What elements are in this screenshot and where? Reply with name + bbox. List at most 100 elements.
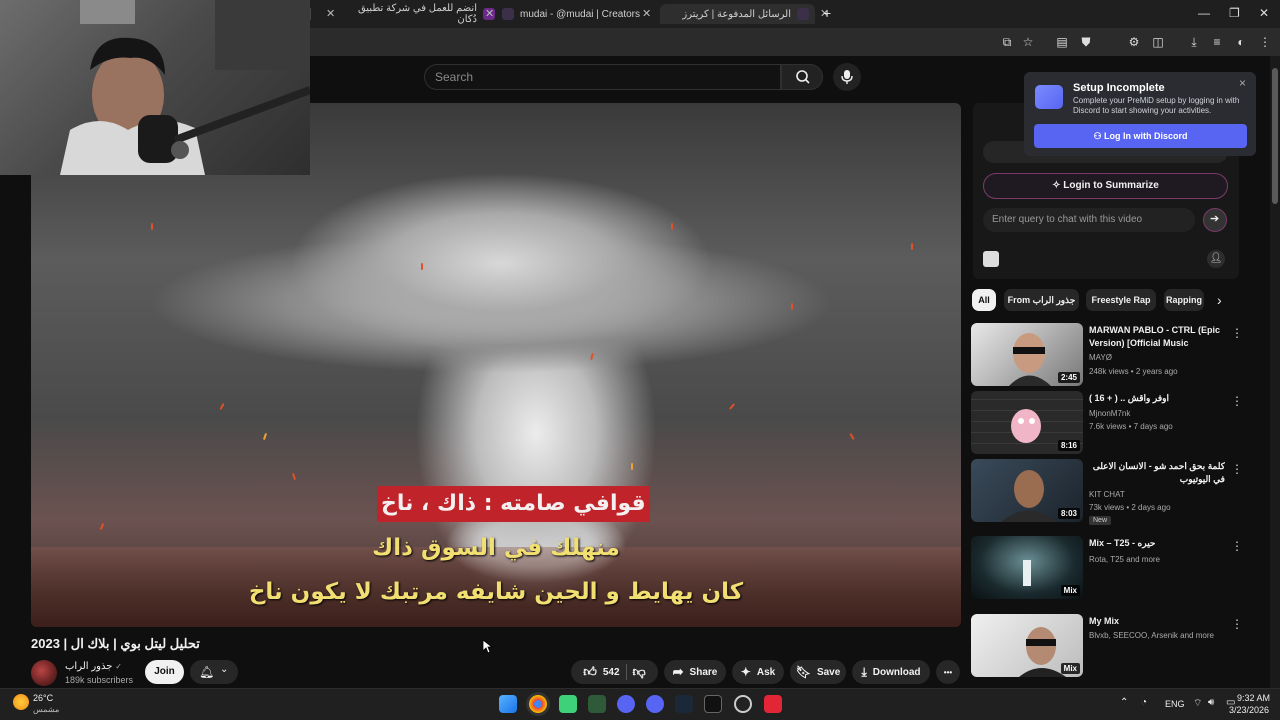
close-icon[interactable]: ✕: [326, 7, 335, 20]
volume-icon[interactable]: 🔊︎: [1208, 697, 1214, 708]
like-dislike-group: 👍︎ 542 👎︎: [571, 660, 658, 684]
extension-logo-icon[interactable]: [983, 251, 999, 267]
download-button[interactable]: ⤓ Download: [852, 660, 930, 684]
discord-icon: ⚇: [1093, 131, 1105, 141]
discord-icon[interactable]: [646, 695, 664, 713]
list-item[interactable]: Mix Mix – T25 - حيره Rota, T25 and more …: [971, 536, 1246, 600]
clock-time[interactable]: 9:32 AM: [1237, 693, 1270, 703]
more-options-icon[interactable]: ⋮: [1231, 394, 1243, 408]
scrollbar-thumb[interactable]: [1272, 68, 1278, 204]
profile-icon[interactable]: ◐: [1234, 35, 1248, 49]
search-button[interactable]: [781, 64, 823, 90]
chip-from-channel[interactable]: From جذور الراب: [1004, 289, 1079, 311]
tab-mudai-creators[interactable]: mudai - @mudai | Creators ✕: [502, 4, 652, 24]
discord-icon[interactable]: [617, 695, 635, 713]
list-item[interactable]: 2:45 MARWAN PABLO - CTRL (Epic Version) …: [971, 323, 1246, 387]
rec-title[interactable]: ( 16 + ) .. اوفر واقش: [1089, 392, 1225, 405]
user-icon[interactable]: 👤︎: [1207, 250, 1225, 268]
excel-icon[interactable]: [588, 695, 606, 713]
rec-title[interactable]: كلمة بحق احمد شو - الانسان الاعلى في الي…: [1089, 460, 1225, 486]
close-window-button[interactable]: ✕: [1259, 6, 1269, 20]
channel-avatar[interactable]: [31, 660, 57, 686]
language-indicator[interactable]: ENG: [1165, 699, 1185, 709]
menu-kebab-icon[interactable]: ⋮: [1258, 35, 1272, 49]
notification-bell-button[interactable]: 🔔︎ ⌄: [190, 660, 238, 684]
steam-icon[interactable]: [675, 695, 693, 713]
more-actions-button[interactable]: •••: [936, 660, 960, 684]
start-menu-icon[interactable]: [499, 695, 517, 713]
chat-send-button[interactable]: ➔: [1203, 208, 1227, 232]
rec-channel[interactable]: Rota, T25 and more: [1089, 555, 1160, 564]
video-thumbnail[interactable]: Mix: [971, 614, 1083, 677]
dislike-button[interactable]: 👎︎: [633, 664, 646, 680]
save-label: Save: [816, 666, 841, 678]
chip-rapping[interactable]: Rapping: [1164, 289, 1204, 311]
login-discord-button[interactable]: ⚇ Log In with Discord: [1034, 124, 1247, 148]
rec-channel[interactable]: KIT CHAT: [1089, 490, 1125, 499]
rec-title[interactable]: MARWAN PABLO - CTRL (Epic Version) [Offi…: [1089, 324, 1225, 350]
download-icon[interactable]: ⤓: [1187, 35, 1201, 49]
app-icon[interactable]: [559, 695, 577, 713]
tray-app-icon[interactable]: ◔: [1141, 697, 1147, 708]
list-item[interactable]: 8:03 كلمة بحق احمد شو - الانسان الاعلى ف…: [971, 459, 1246, 525]
video-thumbnail[interactable]: 8:16: [971, 391, 1083, 454]
thumbs-up-icon: 👍︎: [583, 664, 597, 679]
video-thumbnail[interactable]: Mix: [971, 536, 1083, 599]
rec-channel[interactable]: MjnonM7nk: [1089, 409, 1130, 418]
shield-icon[interactable]: ⛊: [1079, 35, 1093, 49]
reader-icon[interactable]: ▤: [1055, 35, 1069, 49]
minimize-button[interactable]: —: [1198, 6, 1210, 20]
video-thumbnail[interactable]: 8:03: [971, 459, 1083, 522]
ember: [262, 432, 268, 441]
video-player[interactable]: قوافي صامته : ذاك ، ناخ منهلك في السوق ذ…: [31, 103, 961, 627]
app-icon[interactable]: [764, 695, 782, 713]
new-tab-button[interactable]: +: [823, 5, 831, 21]
clock-date[interactable]: 3/23/2026: [1229, 705, 1269, 715]
login-to-summarize-button[interactable]: ✧ Login to Summarize: [983, 173, 1228, 199]
save-button[interactable]: 🔖︎ Save: [790, 660, 846, 684]
obs-icon[interactable]: [734, 695, 752, 713]
bookmark-star-icon[interactable]: ☆: [1021, 35, 1035, 49]
playlist-icon[interactable]: ≡: [1210, 35, 1224, 49]
join-button[interactable]: Join: [145, 660, 184, 684]
weather-icon[interactable]: [13, 694, 29, 710]
close-icon[interactable]: ✕: [485, 7, 494, 20]
rec-channel[interactable]: Blvxb, SEECOO, Arsenik and more: [1089, 631, 1214, 640]
terminal-icon[interactable]: [704, 695, 722, 713]
more-options-icon[interactable]: ⋮: [1231, 617, 1243, 631]
install-app-icon[interactable]: ⧉: [1000, 35, 1014, 49]
like-button[interactable]: 👍︎ 542: [583, 664, 619, 680]
puzzle-icon[interactable]: ◫: [1151, 35, 1165, 49]
close-icon[interactable]: ✕: [642, 7, 651, 20]
rec-title[interactable]: My Mix: [1089, 615, 1225, 628]
chip-all[interactable]: All: [972, 289, 996, 311]
premid-title: Setup Incomplete: [1073, 82, 1165, 94]
ask-button[interactable]: ✦ Ask: [732, 660, 784, 684]
tray-overflow-icon[interactable]: ⌃: [1120, 697, 1128, 708]
weather-temp[interactable]: 26°C: [33, 693, 53, 703]
voice-search-button[interactable]: [833, 63, 861, 91]
search-input[interactable]: Search: [424, 64, 781, 90]
channel-name[interactable]: جذور الراب ✓: [65, 661, 122, 672]
more-options-icon[interactable]: ⋮: [1231, 539, 1243, 553]
extension-icon[interactable]: ⚙: [1127, 35, 1141, 49]
more-options-icon[interactable]: ⋮: [1231, 326, 1243, 340]
tab-dukan[interactable]: انضم للعمل في شركة تطبيق دُكان ✕: [345, 3, 495, 25]
mix-badge: Mix: [1060, 585, 1080, 596]
wifi-icon[interactable]: ⌔: [1193, 697, 1202, 710]
rec-channel[interactable]: MAYØ: [1089, 353, 1112, 362]
tab-partial[interactable]: ✕: [322, 4, 340, 24]
chip-freestyle-rap[interactable]: Freestyle Rap: [1086, 289, 1156, 311]
rec-title[interactable]: Mix – T25 - حيره: [1089, 537, 1225, 550]
close-icon[interactable]: ×: [1239, 76, 1246, 90]
list-item[interactable]: 8:16 ( 16 + ) .. اوفر واقش MjnonM7nk 7.6…: [971, 391, 1246, 455]
list-item[interactable]: Mix My Mix Blvxb, SEECOO, Arsenik and mo…: [971, 614, 1246, 678]
chrome-icon[interactable]: [529, 695, 547, 713]
tab-paid-messages[interactable]: الرسائل المدفوعة | كريترز ✕: [660, 4, 829, 24]
video-thumbnail[interactable]: 2:45: [971, 323, 1083, 386]
maximize-button[interactable]: ❐: [1229, 6, 1240, 20]
more-options-icon[interactable]: ⋮: [1231, 462, 1243, 476]
share-button[interactable]: ➦ Share: [664, 660, 726, 684]
chevron-right-icon[interactable]: ›: [1217, 292, 1222, 308]
chat-query-input[interactable]: Enter query to chat with this video: [983, 208, 1195, 232]
